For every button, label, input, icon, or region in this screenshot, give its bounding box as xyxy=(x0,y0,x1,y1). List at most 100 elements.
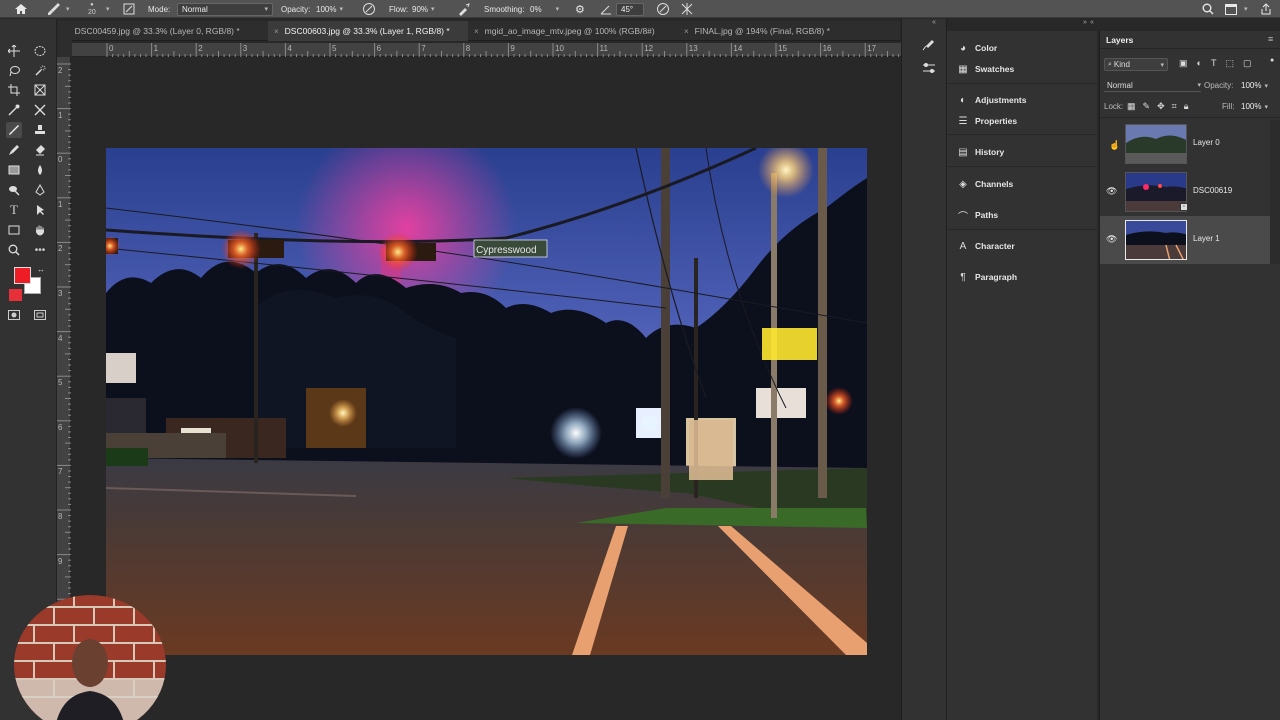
eyedropper-tool-icon[interactable] xyxy=(6,102,22,118)
symmetry-icon[interactable] xyxy=(680,0,694,18)
blur-tool-icon[interactable] xyxy=(32,162,48,178)
pressure-opacity-icon[interactable] xyxy=(362,0,376,18)
share-icon[interactable] xyxy=(1260,0,1272,18)
panel-color[interactable]: ◕ Color xyxy=(955,40,997,56)
smoothing-gear-icon[interactable]: ⚙ xyxy=(575,0,585,18)
opacity-value: 100% xyxy=(316,4,337,14)
eraser-tool-icon[interactable] xyxy=(32,142,48,158)
lock-transparency-icon[interactable]: ▦ xyxy=(1127,101,1136,112)
type-filter-icon[interactable]: T xyxy=(1211,58,1217,69)
brush-size-preview[interactable]: ● 20 xyxy=(88,0,96,18)
angle-value[interactable]: 45° xyxy=(616,0,644,18)
layer-opacity-input[interactable]: 100% ▾ xyxy=(1241,81,1268,90)
tab-dsc00603[interactable]: × DSC00603.jpg @ 33.3% (Layer 1, RGB/8) * xyxy=(268,21,468,41)
street-sign-text: Cypresswood xyxy=(476,245,537,256)
hand-tool-icon[interactable] xyxy=(32,222,48,238)
smart-object-filter-icon[interactable]: ▢ xyxy=(1243,58,1252,69)
panel-character[interactable]: A Character xyxy=(955,238,1015,254)
pen-tool-icon[interactable] xyxy=(32,182,48,198)
mode-select[interactable]: Normal ▾ xyxy=(177,0,273,18)
ruler-corner xyxy=(58,21,72,57)
angle-icon[interactable] xyxy=(600,0,612,18)
layer-row-layer-0[interactable]: ☝ Layer 0 xyxy=(1100,120,1270,168)
lock-artboard-icon[interactable]: ⌗ xyxy=(1172,101,1177,112)
airbrush-icon[interactable] xyxy=(457,0,471,18)
pressure-size-icon[interactable] xyxy=(656,0,670,18)
panel-swatches[interactable]: ▦ Swatches xyxy=(955,61,1014,77)
close-icon[interactable]: × xyxy=(474,27,479,36)
workspace-icon[interactable] xyxy=(1225,0,1237,18)
close-icon[interactable]: × xyxy=(274,27,279,36)
tab-mgid-ao-image[interactable]: × mgid_ao_image_mtv.jpeg @ 100% (RGB/8#) xyxy=(468,21,678,41)
dodge-tool-icon[interactable] xyxy=(6,182,22,198)
flow-input[interactable]: 90% ▾ xyxy=(412,0,435,18)
brush-tool-icon[interactable] xyxy=(47,0,61,18)
adjustment-filter-icon[interactable]: ◐ xyxy=(1197,58,1202,69)
cross-tool-icon[interactable] xyxy=(32,102,48,118)
panel-menu-icon[interactable]: ≡ xyxy=(1268,34,1273,44)
visibility-eye-icon[interactable]: 👁︎ xyxy=(1106,186,1117,197)
quick-select-tool-icon[interactable] xyxy=(32,63,48,79)
layers-panel-title[interactable]: Layers xyxy=(1106,35,1133,45)
document-image[interactable]: Cypresswood xyxy=(106,148,867,655)
panel-paths[interactable]: ⌒ Paths xyxy=(955,207,998,223)
opacity-input[interactable]: 100% ▾ xyxy=(316,0,343,18)
frame-tool-icon[interactable] xyxy=(32,82,48,98)
crop-tool-icon[interactable] xyxy=(6,82,22,98)
stamp-tool-icon[interactable] xyxy=(32,122,48,138)
layer-filter-kind[interactable]: ⌕ Kind ▾ xyxy=(1104,58,1168,71)
foreground-color-swatch[interactable] xyxy=(14,267,31,284)
path-select-tool-icon[interactable] xyxy=(32,202,48,218)
move-tool-icon[interactable] xyxy=(6,43,22,59)
layer-row-layer-1[interactable]: 👁︎ Layer 1 xyxy=(1100,216,1270,264)
swap-colors-icon[interactable]: ↔ xyxy=(37,265,45,274)
type-tool-icon[interactable]: T xyxy=(6,202,22,218)
quick-mask-swatch[interactable] xyxy=(9,289,22,301)
chevron-down-icon[interactable]: ▾ xyxy=(1244,0,1248,18)
layer-name: Layer 1 xyxy=(1193,234,1220,243)
lock-pixels-icon[interactable]: ✎ xyxy=(1143,101,1151,112)
marquee-tool-icon[interactable] xyxy=(32,43,48,59)
image-filter-icon[interactable]: ▣ xyxy=(1179,58,1188,69)
ruler-label: 2 xyxy=(58,66,63,75)
chevron-down-icon[interactable]: ▾ xyxy=(66,0,70,18)
visibility-eye-icon[interactable]: 👁︎ xyxy=(1106,234,1117,245)
tab-final[interactable]: × FINAL.jpg @ 194% (Final, RGB/8) * xyxy=(678,21,878,41)
lasso-tool-icon[interactable] xyxy=(6,63,22,79)
gradient-tool-icon[interactable] xyxy=(6,162,22,178)
brush-tool-icon[interactable] xyxy=(6,122,22,138)
layers-scrollbar[interactable] xyxy=(1270,120,1280,264)
blend-mode-select[interactable]: Normal ▾ xyxy=(1104,79,1201,92)
zoom-tool-icon[interactable] xyxy=(6,242,22,258)
lock-all-icon[interactable]: 🔒︎ xyxy=(1184,101,1189,112)
brush-settings-panel-icon[interactable] xyxy=(922,38,936,56)
layer-opacity-label: Opacity: xyxy=(1204,81,1234,90)
fill-input[interactable]: 100% ▾ xyxy=(1241,102,1268,111)
panel-channels[interactable]: ◈ Channels xyxy=(955,176,1013,192)
screen-mode-icon[interactable] xyxy=(34,307,46,325)
layer-row-dsc00619[interactable]: 👁︎ ▫ DSC00619 xyxy=(1100,168,1270,216)
quick-mask-icon[interactable] xyxy=(8,307,20,325)
more-tools-icon[interactable]: ••• xyxy=(32,242,48,258)
color-icon: ◕ xyxy=(959,42,967,54)
lock-position-icon[interactable]: ✥ xyxy=(1157,101,1165,112)
close-icon[interactable]: × xyxy=(684,27,689,36)
shape-filter-icon[interactable]: ⬚ xyxy=(1225,58,1234,69)
brushes-panel-icon[interactable] xyxy=(922,61,936,79)
search-icon[interactable] xyxy=(1202,0,1214,18)
collapse-icon[interactable]: « xyxy=(932,19,936,26)
rectangle-tool-icon[interactable] xyxy=(6,222,22,238)
collapse-icon[interactable]: « xyxy=(1090,19,1094,26)
panel-properties[interactable]: ☰ Properties xyxy=(955,113,1018,129)
tab-dsc00459[interactable]: ×DSC00459.jpg @ 33.3% (Layer 0, RGB/8) * xyxy=(58,21,268,41)
brush-settings-icon[interactable] xyxy=(123,0,135,18)
smoothing-input[interactable]: 0% ▾ xyxy=(530,0,559,18)
collapse-icon[interactable]: » xyxy=(1083,19,1087,26)
history-brush-tool-icon[interactable] xyxy=(6,142,22,158)
filter-toggle-icon[interactable]: ● xyxy=(1270,57,1274,64)
panel-adjustments[interactable]: ◐ Adjustments xyxy=(955,92,1027,108)
panel-paragraph[interactable]: ¶ Paragraph xyxy=(955,269,1017,285)
home-icon[interactable] xyxy=(14,0,28,18)
panel-history[interactable]: ▤ History xyxy=(955,144,1004,160)
chevron-down-icon[interactable]: ▾ xyxy=(106,0,110,18)
